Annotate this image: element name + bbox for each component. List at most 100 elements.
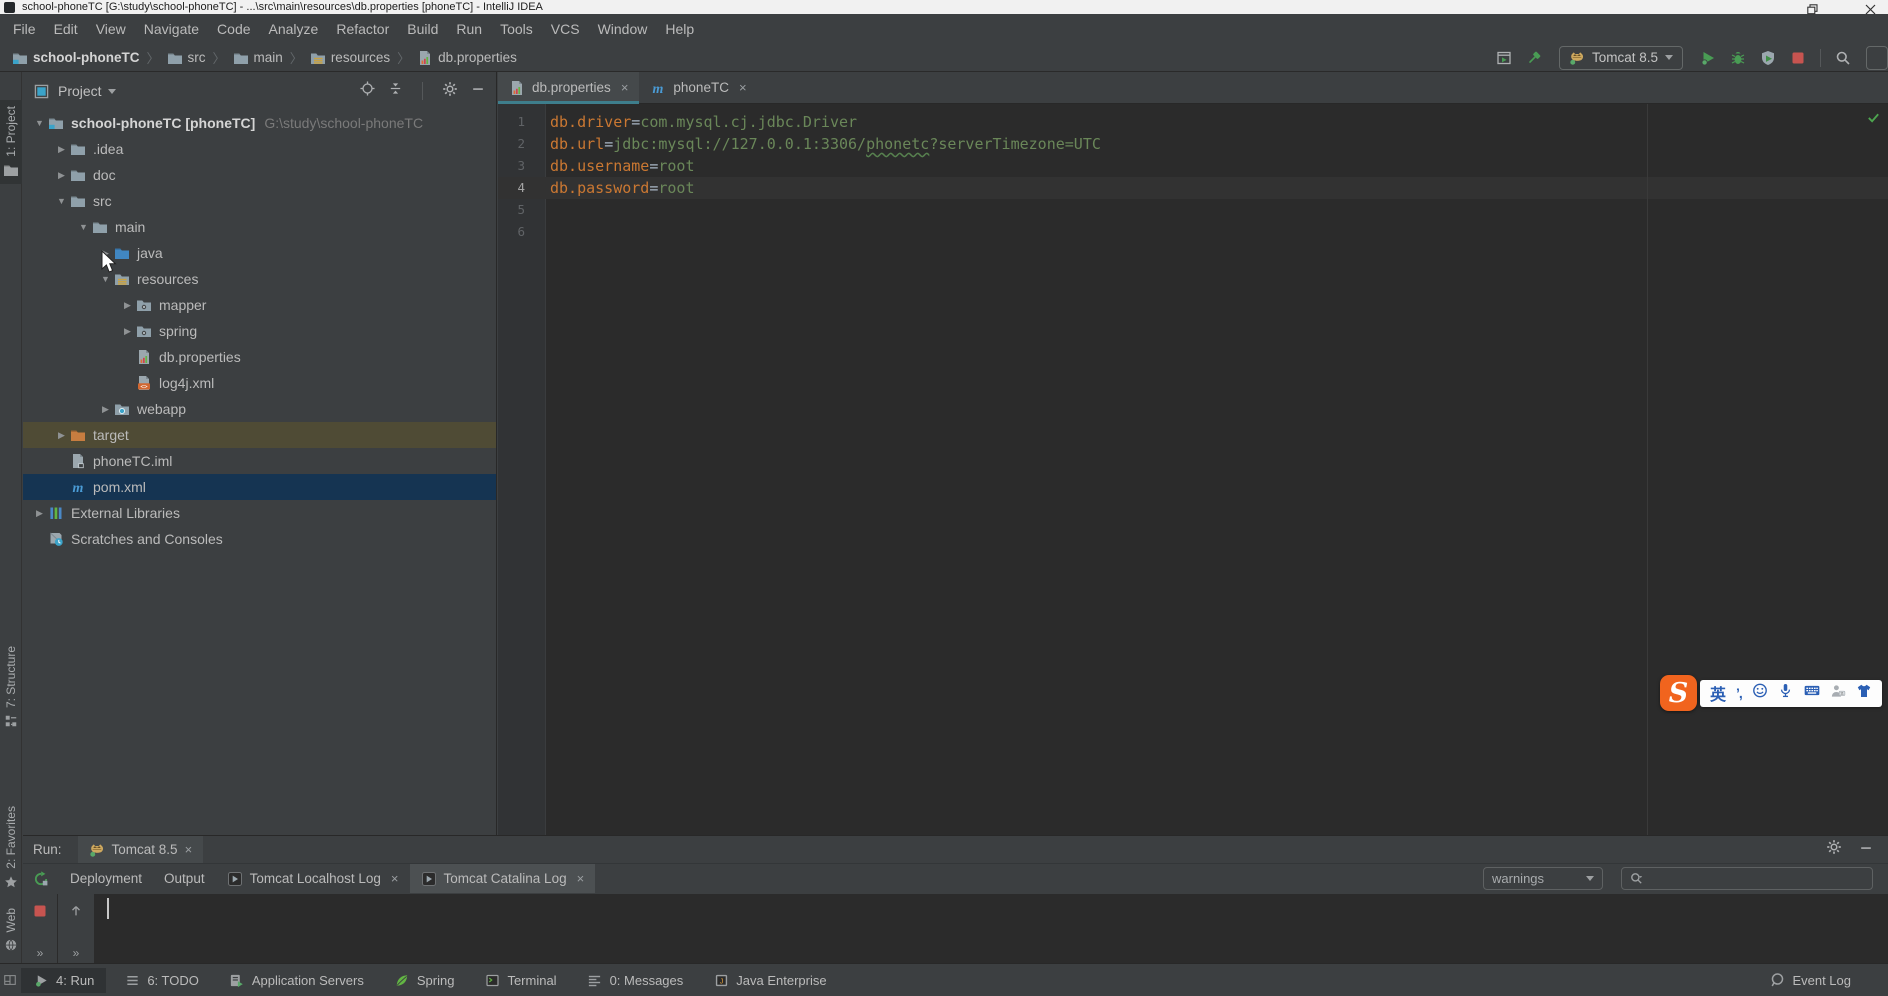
tree-closed-arrow-icon[interactable]: ▶: [53, 144, 70, 155]
tree-item-resources[interactable]: ▼ resources: [23, 266, 496, 292]
tree-closed-arrow-icon[interactable]: ▶: [119, 326, 136, 337]
sogou-logo-icon[interactable]: S: [1660, 675, 1697, 711]
stripe-web[interactable]: Web: [0, 902, 22, 959]
tool-window-button[interactable]: [1489, 45, 1519, 71]
close-icon[interactable]: ×: [621, 80, 629, 95]
tree-item-src[interactable]: ▼ src: [23, 188, 496, 214]
menu-code[interactable]: Code: [208, 14, 259, 43]
breadcrumb-src[interactable]: src: [165, 50, 208, 66]
statusbar-6-todo[interactable]: 6: TODO: [112, 968, 211, 993]
menu-navigate[interactable]: Navigate: [135, 14, 208, 43]
close-icon[interactable]: ×: [739, 80, 747, 95]
collapse-all-button[interactable]: [387, 81, 403, 102]
statusbar-4-run[interactable]: 4: Run: [21, 967, 107, 993]
tree-closed-arrow-icon[interactable]: ▶: [53, 170, 70, 181]
ime-smiley-button[interactable]: [1752, 682, 1768, 704]
chevron-down-icon[interactable]: [107, 88, 116, 94]
settings-button[interactable]: [1826, 839, 1842, 860]
menu-analyze[interactable]: Analyze: [260, 14, 328, 43]
tree-closed-arrow-icon[interactable]: ▶: [31, 508, 48, 519]
statusbar-application-servers[interactable]: Application Servers: [217, 968, 376, 993]
tree-item-phonetc-iml[interactable]: phoneTC.iml: [23, 448, 496, 474]
console-output[interactable]: [95, 894, 1888, 963]
tree-closed-arrow-icon[interactable]: ▶: [53, 430, 70, 441]
tree-closed-arrow-icon[interactable]: ▶: [119, 300, 136, 311]
menu-edit[interactable]: Edit: [45, 14, 87, 43]
tree-item-mapper[interactable]: ▶ mapper: [23, 292, 496, 318]
menu-tools[interactable]: Tools: [491, 14, 542, 43]
tree-open-arrow-icon[interactable]: ▼: [75, 222, 92, 232]
console-search-box[interactable]: [1621, 867, 1873, 890]
editor-tab-phonetc[interactable]: m phoneTC ×: [639, 72, 757, 103]
stripe-2-favorites[interactable]: 2: Favorites: [0, 800, 22, 896]
tree-item-scratches-and-consoles[interactable]: Scratches and Consoles: [23, 526, 496, 552]
log-level-filter[interactable]: warnings: [1483, 867, 1603, 890]
tree-open-arrow-icon[interactable]: ▼: [53, 196, 70, 206]
breadcrumb-resources[interactable]: resources: [308, 50, 392, 66]
code-line-6[interactable]: 6: [498, 221, 1888, 243]
close-icon[interactable]: ×: [577, 871, 585, 886]
editor-tab-db-properties[interactable]: db.properties ×: [498, 72, 640, 104]
ime-language-mode[interactable]: 英: [1710, 681, 1726, 705]
inspections-ok-icon[interactable]: [1865, 109, 1881, 125]
tree-item-spring[interactable]: ▶ spring: [23, 318, 496, 344]
coverage-button[interactable]: [1753, 45, 1783, 71]
hide-button[interactable]: [1858, 840, 1874, 860]
hide-button[interactable]: [470, 81, 486, 101]
tree-open-arrow-icon[interactable]: ▼: [31, 118, 48, 128]
stripe-1-project[interactable]: 1: Project: [0, 100, 22, 184]
close-window-icon[interactable]: [1862, 1, 1878, 17]
tree-item-pom-xml[interactable]: m pom.xml: [23, 474, 496, 500]
debug-button[interactable]: [1723, 45, 1753, 71]
menu-view[interactable]: View: [87, 14, 135, 43]
statusbar-terminal[interactable]: Terminal: [472, 968, 568, 993]
close-icon[interactable]: ×: [391, 871, 399, 886]
code-lines[interactable]: 1 db.driver=com.mysql.cj.jdbc.Driver 2 db.u…: [498, 111, 1888, 243]
hammer-button[interactable]: [1519, 45, 1549, 71]
statusbar-0-messages[interactable]: 0: Messages: [575, 968, 696, 993]
menu-run[interactable]: Run: [447, 14, 491, 43]
tree-item-school-phonetc-phonetc[interactable]: ▼ school-phoneTC [phoneTC] G:\study\school…: [23, 110, 496, 136]
ime-punctuation-toggle[interactable]: ’,: [1736, 685, 1743, 701]
more-actions-chevrons[interactable]: »: [37, 946, 44, 960]
stop-button[interactable]: [1783, 45, 1813, 71]
statusbar-event-log[interactable]: Event Log: [1757, 968, 1863, 993]
menu-build[interactable]: Build: [398, 14, 447, 43]
tree-item-target[interactable]: ▶ target: [23, 422, 496, 448]
breadcrumb-db-properties[interactable]: db.properties: [415, 50, 519, 66]
code-line-3[interactable]: 3 db.username=root: [498, 155, 1888, 177]
tree-item-log4j-xml[interactable]: <> log4j.xml: [23, 370, 496, 396]
breadcrumb-school-phonetc[interactable]: school-phoneTC: [10, 50, 142, 66]
console-tab-tomcat-localhost-log[interactable]: Tomcat Localhost Log ×: [216, 864, 410, 893]
settings-button[interactable]: [442, 81, 458, 102]
restore-window-icon[interactable]: [1804, 1, 1820, 17]
tree-closed-arrow-icon[interactable]: ▶: [97, 404, 114, 415]
run-configuration-select[interactable]: Tomcat 8.5: [1558, 45, 1683, 70]
ime-person-button[interactable]: 11: [1830, 683, 1846, 704]
code-line-5[interactable]: 5: [498, 199, 1888, 221]
editor-body[interactable]: 1 db.driver=com.mysql.cj.jdbc.Driver 2 db.u…: [498, 104, 1888, 835]
menu-vcs[interactable]: VCS: [542, 14, 589, 43]
console-tab-deployment[interactable]: Deployment: [59, 864, 153, 893]
run-session-tab[interactable]: Tomcat 8.5 ×: [77, 836, 204, 863]
stripe-7-structure[interactable]: 7: Structure: [0, 640, 22, 735]
close-icon[interactable]: ×: [185, 842, 193, 857]
tree-item-doc[interactable]: ▶ doc: [23, 162, 496, 188]
tree-item-main[interactable]: ▼ main: [23, 214, 496, 240]
tree-item-webapp[interactable]: ▶ webapp: [23, 396, 496, 422]
menu-window[interactable]: Window: [589, 14, 657, 43]
stop-button-icon[interactable]: [32, 903, 48, 919]
ime-mic-button[interactable]: [1778, 682, 1794, 704]
menu-file[interactable]: File: [4, 14, 45, 43]
locate-button[interactable]: [359, 81, 375, 102]
tool-window-switcher-icon[interactable]: [2, 972, 18, 988]
breadcrumb-main[interactable]: main: [231, 50, 285, 66]
more-actions-chevrons[interactable]: »: [73, 946, 80, 960]
search-everywhere-button[interactable]: [1828, 45, 1858, 71]
ime-shirt-button[interactable]: [1856, 683, 1872, 704]
menu-refactor[interactable]: Refactor: [327, 14, 398, 43]
console-area[interactable]: » »: [23, 894, 1888, 963]
tree-item-java[interactable]: ▶ java: [23, 240, 496, 266]
code-line-1[interactable]: 1 db.driver=com.mysql.cj.jdbc.Driver: [498, 111, 1888, 133]
run-button[interactable]: [1693, 45, 1723, 71]
